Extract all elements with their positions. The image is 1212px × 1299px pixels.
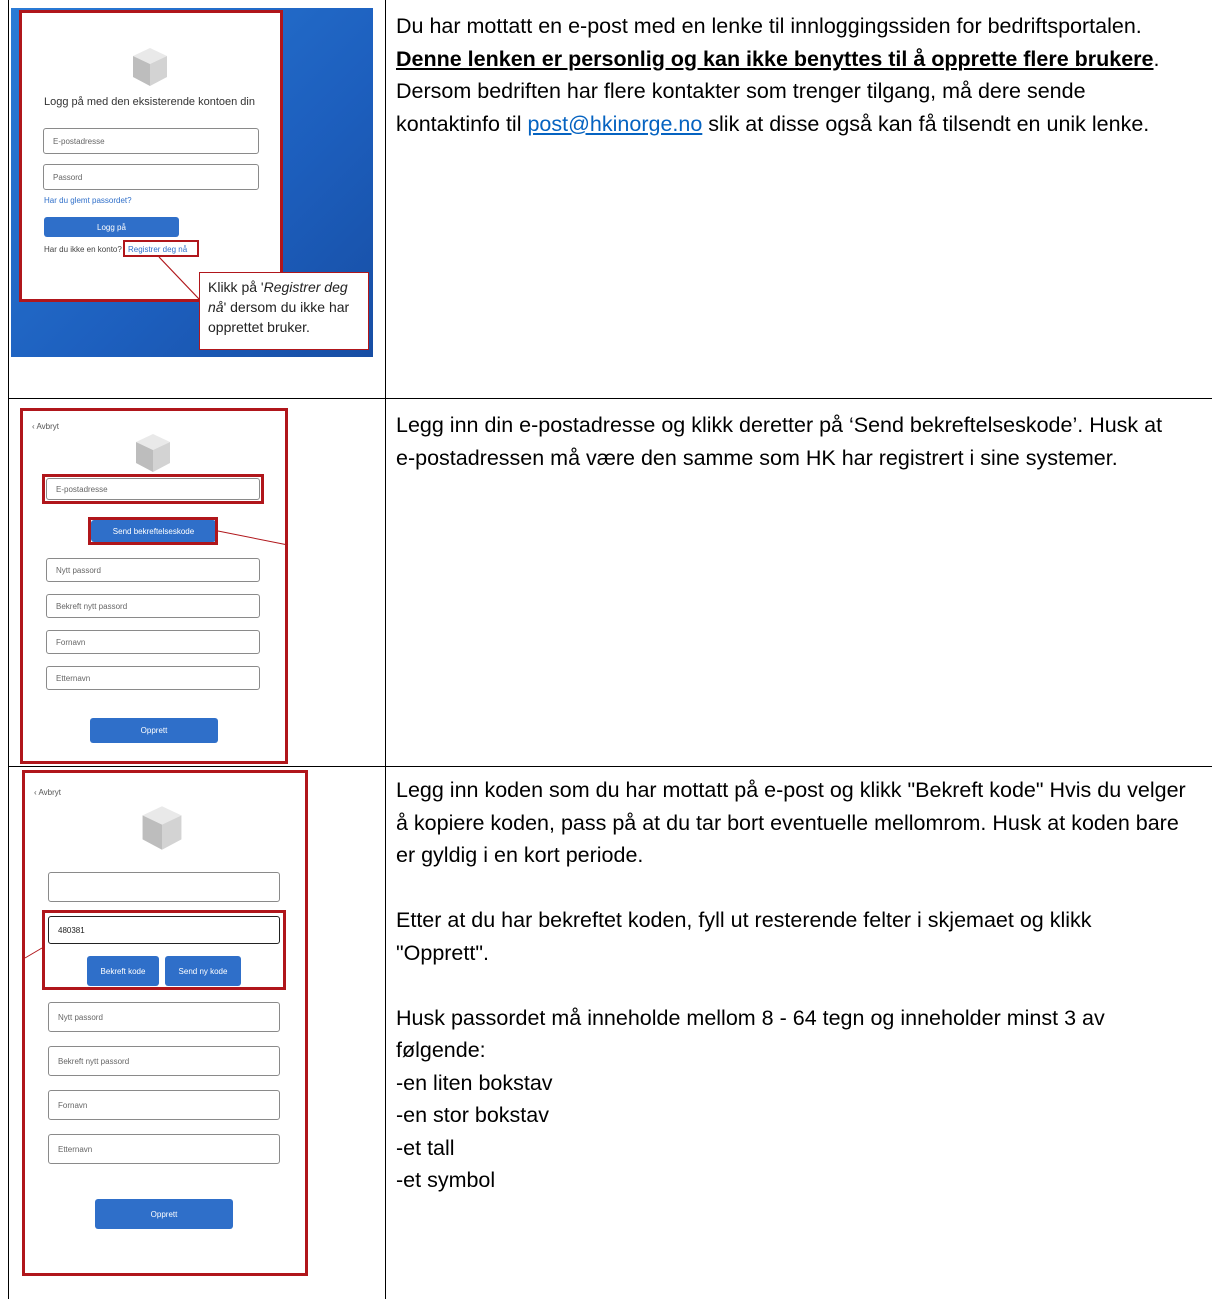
new-password-field[interactable]: Nytt passord bbox=[48, 1002, 280, 1032]
row3-text: Legg inn koden som du har mottatt på e-p… bbox=[396, 774, 1186, 1197]
row2-text: Legg inn din e-postadresse og klikk dere… bbox=[396, 413, 1163, 470]
row1-text-end: slik at disse også kan få tilsendt en un… bbox=[702, 111, 1150, 136]
row1-text-bold: Denne lenken er personlig og kan ikke be… bbox=[396, 46, 1154, 71]
create-button[interactable]: Opprett bbox=[95, 1199, 233, 1229]
logo-cube-icon bbox=[142, 806, 182, 850]
last-name-field[interactable]: Etternavn bbox=[48, 1134, 280, 1164]
row2-pointer-line bbox=[217, 530, 289, 546]
row1-text: Du har mottatt en e-post med en lenke ti… bbox=[396, 10, 1186, 140]
email-link[interactable]: post@hkinorge.no bbox=[527, 112, 702, 136]
row3-paragraph-3: Husk passordet må inneholde mellom 8 - 6… bbox=[396, 1005, 1105, 1063]
row3-paragraph-2: Etter at du har bekreftet koden, fyll ut… bbox=[396, 908, 1092, 965]
confirm-password-field[interactable]: Bekreft nytt passord bbox=[48, 1046, 280, 1076]
verify-screenshot: ‹ Avbryt 480381 Bekreft kode Send ny kod… bbox=[22, 770, 308, 1276]
row3-paragraph-1: Legg inn koden som du har mottatt på e-p… bbox=[396, 778, 1186, 867]
list-item: -et tall bbox=[396, 1135, 455, 1160]
row1-text-intro: Du har mottatt en e-post med en lenke ti… bbox=[396, 14, 1142, 38]
code-highlight bbox=[42, 910, 286, 990]
list-item: -et symbol bbox=[396, 1168, 496, 1192]
first-name-field[interactable]: Fornavn bbox=[48, 1090, 280, 1120]
row3-pointer-line bbox=[24, 947, 43, 959]
list-item: -en stor bokstav bbox=[396, 1103, 549, 1127]
email-field[interactable] bbox=[48, 872, 280, 902]
list-item: -en liten bokstav bbox=[396, 1070, 553, 1095]
